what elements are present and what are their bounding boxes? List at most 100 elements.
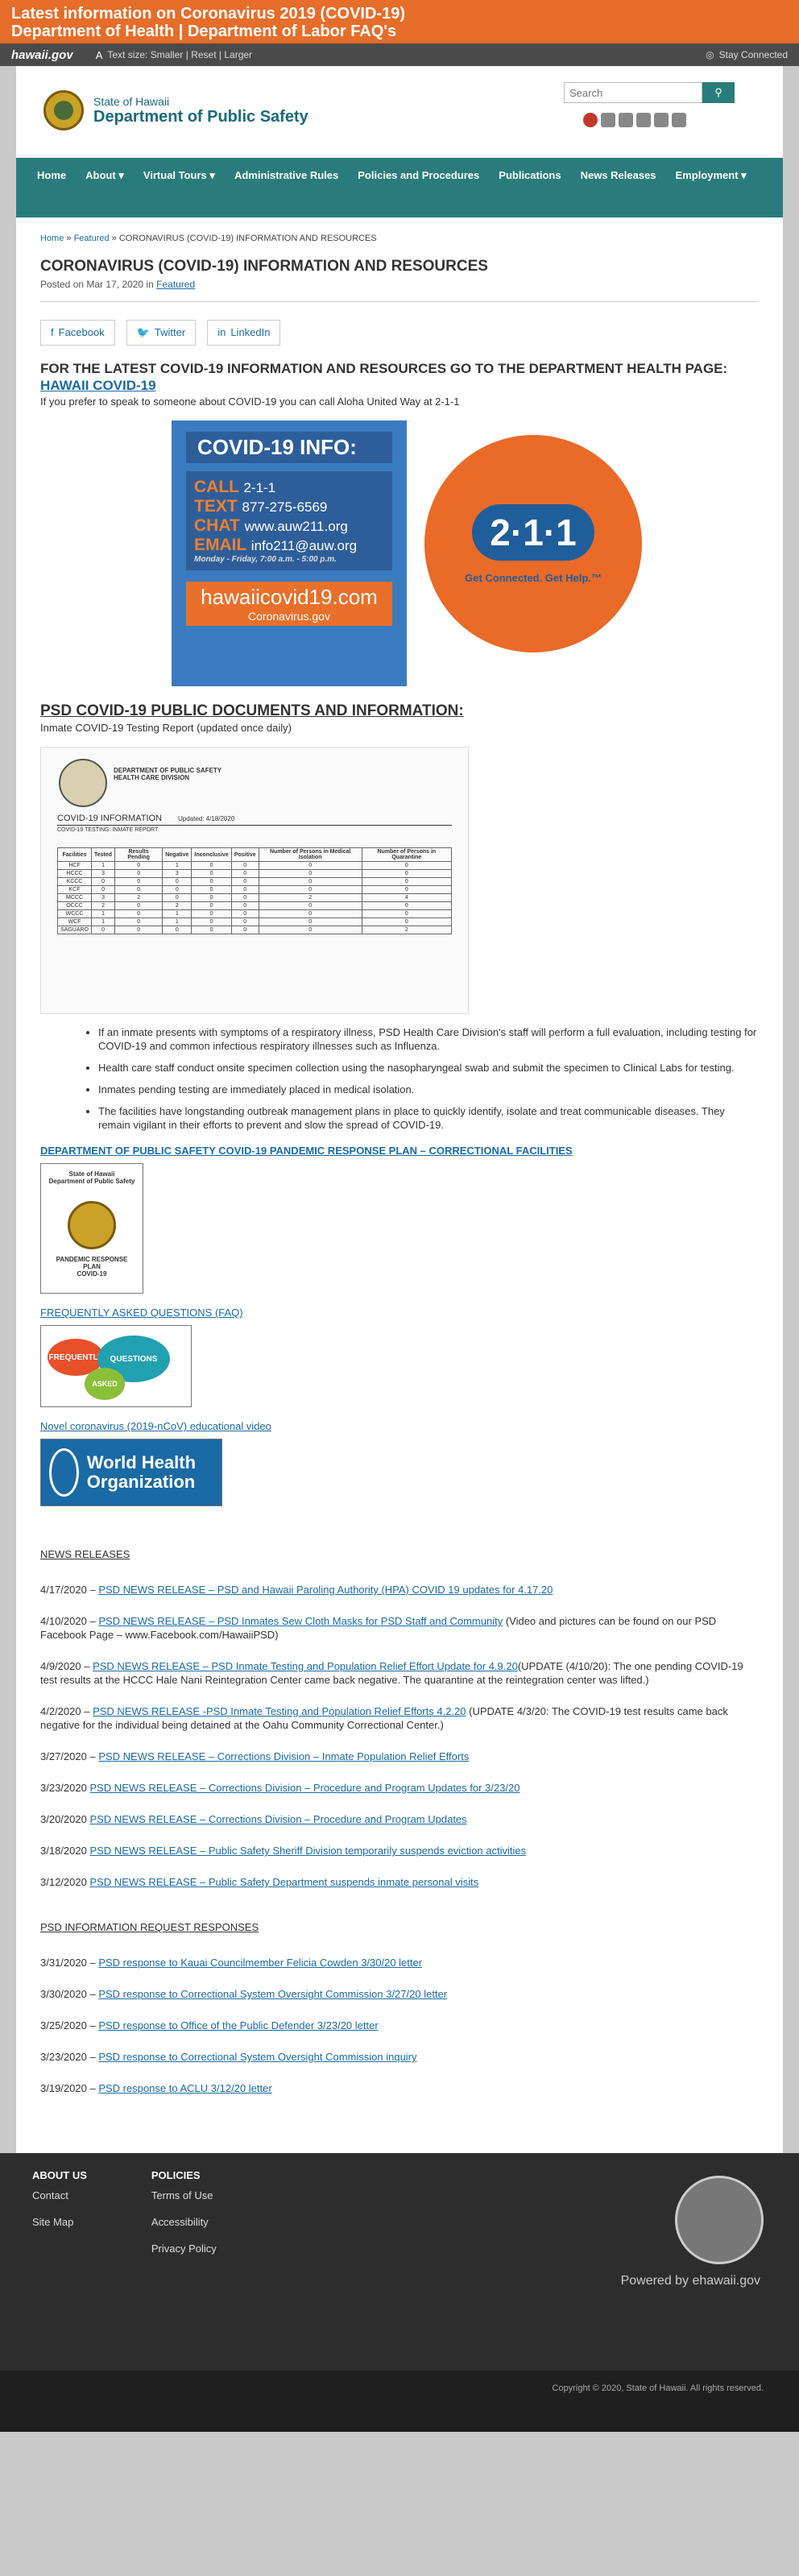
video-link[interactable]: Novel coronavirus (2019-nCoV) educationa… (40, 1420, 759, 1432)
table-row: WCF 1 0 1 0 0 0 0 (56, 917, 453, 926)
news-item: 4/9/2020 – PSD NEWS RELEASE – PSD Inmate… (40, 1659, 759, 1687)
share-linkedin-label: LinkedIn (230, 326, 271, 338)
dept-name: Department of Public Safety (93, 108, 308, 126)
who-logo-image[interactable]: World Health Organization (40, 1439, 222, 1506)
nav-admin-rules[interactable]: Administrative Rules (225, 164, 348, 187)
posted-category-link[interactable]: Featured (156, 279, 195, 290)
share-twitter-button[interactable]: 🐦 Twitter (126, 320, 197, 346)
stay-connected-link[interactable]: Stay Connected (719, 49, 788, 60)
testing-report-image[interactable]: DEPARTMENT OF PUBLIC SAFETY HEALTH CARE … (40, 747, 469, 1014)
instagram-icon[interactable] (672, 113, 686, 127)
rss-icon[interactable] (619, 113, 633, 127)
footer-policies: POLICIES Terms of Use Accessibility Priv… (151, 2169, 217, 2269)
facebook-icon: f (51, 326, 54, 338)
news-link[interactable]: PSD NEWS RELEASE – Corrections Division … (89, 1813, 466, 1825)
website-box: hawaiicovid19.com Coronavirus.gov (186, 582, 392, 626)
share-facebook-button[interactable]: f Facebook (40, 320, 115, 346)
text-smaller-link[interactable]: Smaller (151, 49, 184, 60)
table-row: WCCC 1 0 1 0 0 0 0 (56, 909, 453, 918)
facebook-icon[interactable] (636, 113, 651, 127)
request-item: 3/30/2020 – PSD response to Correctional… (40, 1987, 759, 2001)
news-item: 3/23/2020 PSD NEWS RELEASE – Corrections… (40, 1781, 759, 1795)
table-cell: 0 (114, 909, 164, 918)
text-larger-link[interactable]: Larger (224, 49, 252, 60)
breadcrumb-home[interactable]: Home (40, 234, 64, 243)
request-item: 3/19/2020 – PSD response to ACLU 3/12/20… (40, 2081, 759, 2095)
nav-about[interactable]: About ▾ (76, 164, 134, 187)
news-link[interactable]: PSD NEWS RELEASE – Public Safety Sheriff… (89, 1845, 526, 1857)
breadcrumb-featured[interactable]: Featured (74, 234, 110, 243)
faq-image[interactable]: FREQUENTLY QUESTIONS ASKED (40, 1325, 192, 1407)
request-link[interactable]: PSD response to Kauai Councilmember Feli… (98, 1957, 422, 1969)
col-header: Inconclusive (191, 847, 232, 862)
footer-privacy-link[interactable]: Privacy Policy (151, 2243, 217, 2255)
search-input[interactable] (564, 82, 702, 103)
table-cell: 0 (230, 869, 259, 878)
request-link[interactable]: PSD response to Correctional System Over… (98, 2051, 416, 2063)
state-name: State of Hawaii (93, 95, 170, 108)
request-link[interactable]: PSD response to Correctional System Over… (98, 1988, 447, 2000)
news-link[interactable]: PSD NEWS RELEASE -PSD Inmate Testing and… (93, 1705, 466, 1717)
faq-link[interactable]: FREQUENTLY ASKED QUESTIONS (FAQ) (40, 1307, 759, 1319)
twitter-icon[interactable] (601, 113, 615, 127)
site-brand[interactable]: State of Hawaii Department of Public Saf… (93, 95, 308, 126)
request-link[interactable]: PSD response to ACLU 3/12/20 letter (98, 2082, 271, 2094)
divider (40, 301, 759, 302)
table-cell: 0 (230, 861, 259, 870)
alert-line-1[interactable]: Latest information on Coronavirus 2019 (… (11, 5, 788, 23)
search-button[interactable]: ⚲ (702, 82, 735, 103)
news-link[interactable]: PSD NEWS RELEASE – PSD Inmate Testing an… (93, 1660, 518, 1672)
footer-sitemap-link[interactable]: Site Map (32, 2216, 87, 2228)
alert-line-2[interactable]: Department of Health | Department of Lab… (11, 23, 788, 40)
text-line: TEXT 877-275-6569 (194, 497, 384, 516)
footer-accessibility-link[interactable]: Accessibility (151, 2216, 217, 2228)
nav-news-releases[interactable]: News Releases (571, 164, 666, 187)
footer-about: ABOUT US Contact Site Map (32, 2169, 87, 2269)
share-linkedin-button[interactable]: in LinkedIn (207, 320, 281, 346)
news-link[interactable]: PSD NEWS RELEASE – Corrections Division … (98, 1750, 469, 1762)
report-title-text: COVID-19 INFORMATION (57, 814, 162, 823)
hawaii-gov-logo[interactable]: hawaii.gov (11, 48, 73, 62)
alert-icon[interactable] (583, 113, 598, 127)
covid-info-graphic[interactable]: COVID-19 INFO: CALL 2-1-1 TEXT 877-275-6… (172, 420, 647, 686)
requests-list: 3/31/2020 – PSD response to Kauai Counci… (40, 1956, 759, 2095)
nav-employment[interactable]: Employment ▾ (666, 164, 756, 187)
news-date: 4/2/2020 – (40, 1705, 90, 1717)
chat-value: www.auw211.org (244, 519, 348, 534)
news-date: 4/17/2020 – (40, 1584, 96, 1596)
response-plan-image[interactable]: State of Hawaii Department of Public Saf… (40, 1163, 143, 1294)
nav-virtual-tours[interactable]: Virtual Tours ▾ (134, 164, 225, 187)
table-cell: 0 (230, 917, 259, 926)
news-releases-heading: NEWS RELEASES (40, 1548, 130, 1560)
text-reset-link[interactable]: Reset (191, 49, 216, 60)
powered-by[interactable]: Powered by ehawaii.gov (621, 2274, 760, 2288)
state-seal-logo[interactable] (43, 90, 84, 130)
covid-alert-bar[interactable]: Latest information on Coronavirus 2019 (… (0, 0, 799, 43)
table-cell: 0 (361, 869, 453, 878)
news-link[interactable]: PSD NEWS RELEASE – PSD Inmates Sew Cloth… (98, 1615, 503, 1627)
news-link[interactable]: PSD NEWS RELEASE – Public Safety Departm… (89, 1876, 478, 1888)
globe-icon (49, 1448, 79, 1497)
response-plan-link[interactable]: DEPARTMENT OF PUBLIC SAFETY COVID-19 PAN… (40, 1145, 759, 1157)
table-cell: 0 (361, 885, 453, 894)
share-facebook-label: Facebook (58, 326, 105, 338)
faq-bubble-3: ASKED (85, 1368, 125, 1400)
nav-policies[interactable]: Policies and Procedures (348, 164, 489, 187)
hawaii-covid-link[interactable]: HAWAII COVID-19 (40, 378, 156, 393)
nav-publications[interactable]: Publications (489, 164, 570, 187)
report-header-row: Facilities Tested Results Pending Negati… (56, 847, 453, 862)
news-link[interactable]: PSD NEWS RELEASE – Corrections Division … (89, 1782, 520, 1794)
request-link[interactable]: PSD response to Office of the Public Def… (98, 2019, 378, 2031)
news-link[interactable]: PSD NEWS RELEASE – PSD and Hawaii Paroli… (98, 1584, 553, 1596)
text-value: 877-275-6569 (242, 499, 328, 515)
nav-home[interactable]: Home (27, 164, 76, 187)
footer-contact-link[interactable]: Contact (32, 2189, 87, 2201)
text-size-icon: A (95, 48, 103, 61)
youtube-icon[interactable] (654, 113, 669, 127)
table-cell: 0 (258, 861, 362, 870)
table-cell: 0 (361, 917, 453, 926)
table-row: OCCC 2 0 2 0 0 0 0 (56, 901, 453, 910)
table-cell: 0 (191, 901, 232, 910)
footer-terms-link[interactable]: Terms of Use (151, 2189, 217, 2201)
news-date: 4/9/2020 – (40, 1660, 90, 1672)
